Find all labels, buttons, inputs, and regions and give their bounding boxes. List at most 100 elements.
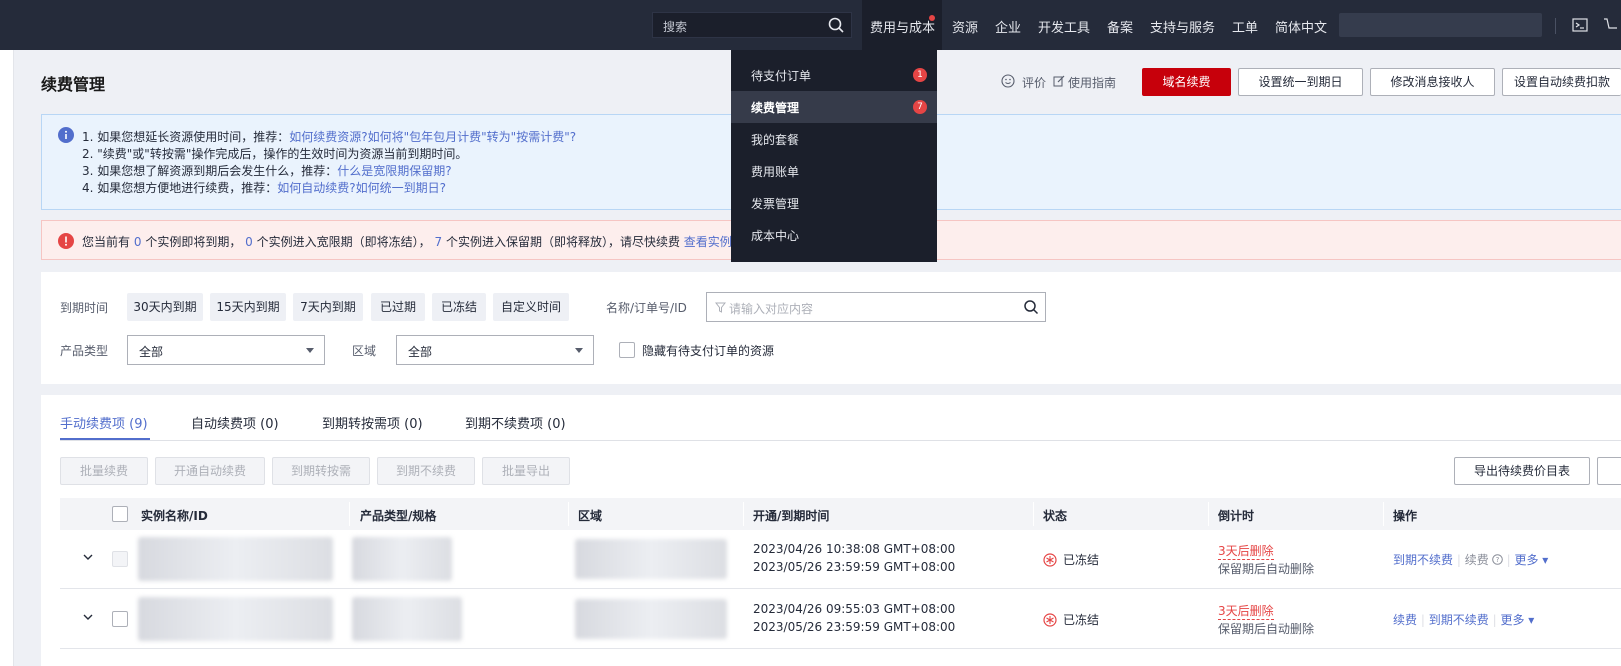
chip-custom-time[interactable]: 自定义时间: [493, 293, 569, 321]
chip-15-days[interactable]: 15天内到期: [210, 293, 286, 321]
warn-part: 个实例进入宽限期（即将冻结），: [256, 235, 431, 249]
notification-dot: [929, 15, 935, 21]
nav-resources[interactable]: 资源: [952, 17, 978, 36]
alert-icon: [58, 233, 74, 249]
chip-30-days[interactable]: 30天内到期: [127, 293, 203, 321]
account-name-blurred[interactable]: [1339, 13, 1542, 37]
product-type-select[interactable]: 全部: [127, 335, 325, 365]
more-toolbar-button[interactable]: [1597, 457, 1621, 485]
row-checkbox[interactable]: [112, 611, 128, 627]
unified-expiry-link[interactable]: 如何统一到期日?: [356, 181, 446, 195]
page-title: 续费管理: [41, 75, 106, 94]
warn-part: 个实例进入保留期（即将释放），请尽快续费: [445, 235, 680, 249]
domain-renew-button[interactable]: 域名续费: [1142, 68, 1231, 96]
no-renew-link[interactable]: 到期不续费: [1393, 553, 1453, 567]
sep: |: [1492, 613, 1497, 627]
view-instances-link[interactable]: 查看实例: [684, 235, 732, 249]
active-tab-indicator: [60, 438, 150, 440]
tab-auto-renew[interactable]: 自动续费项 (0): [191, 413, 279, 432]
frozen-status-icon: [1043, 553, 1057, 567]
guide-link[interactable]: 使用指南: [1068, 74, 1116, 91]
batch-export-button[interactable]: 批量导出: [482, 457, 570, 485]
menu-item-renewal[interactable]: 续费管理 7: [731, 91, 937, 123]
search-icon[interactable]: [1023, 299, 1039, 315]
cart-icon[interactable]: [1603, 17, 1619, 33]
region-select[interactable]: 全部: [396, 335, 594, 365]
batch-renew-button[interactable]: 批量续费: [60, 457, 148, 485]
renew-link[interactable]: 续费: [1393, 613, 1417, 627]
nav-tickets[interactable]: 工单: [1232, 17, 1258, 36]
name-id-label: 名称/订单号/ID: [606, 301, 687, 315]
chip-7-days[interactable]: 7天内到期: [293, 293, 363, 321]
name-search-input[interactable]: 请输入对应内容: [706, 292, 1046, 322]
caret-down-icon[interactable]: ▾: [1524, 613, 1534, 627]
menu-item-packages[interactable]: 我的套餐: [731, 123, 937, 155]
search-icon[interactable]: [827, 16, 845, 34]
caret-down-icon: [306, 348, 314, 353]
terminal-icon[interactable]: [1572, 17, 1588, 33]
set-unified-expiry-button[interactable]: 设置统一到期日: [1238, 68, 1363, 96]
sep: |: [1420, 613, 1425, 627]
countdown[interactable]: 3天后删除: [1218, 542, 1274, 560]
nav-support[interactable]: 支持与服务: [1150, 17, 1215, 36]
convert-billing-link[interactable]: 如何将"包年包月计费"转为"按需计费"?: [368, 130, 576, 144]
countdown[interactable]: 3天后删除: [1218, 602, 1274, 620]
count-badge: 1: [913, 68, 927, 82]
auto-renew-deduct-button[interactable]: 设置自动续费扣款: [1502, 68, 1621, 96]
expand-chevron-icon[interactable]: [83, 612, 93, 622]
search-placeholder: 搜索: [663, 20, 688, 34]
edit-icon: [1053, 75, 1065, 87]
region-blurred: [575, 539, 727, 579]
menu-item-bills[interactable]: 费用账单: [731, 155, 937, 187]
export-price-list-button[interactable]: 导出待续费价目表: [1454, 457, 1590, 485]
col-sep: [349, 502, 350, 526]
nav-billing[interactable]: 费用与成本: [870, 17, 935, 36]
chip-expired[interactable]: 已过期: [371, 293, 425, 321]
select-all-checkbox[interactable]: [112, 506, 128, 522]
tab-to-on-demand[interactable]: 到期转按需项 (0): [322, 413, 423, 432]
smile-icon: [1001, 74, 1015, 88]
menu-item-cost-center[interactable]: 成本中心: [731, 219, 937, 251]
tab-manual-renew[interactable]: 手动续费项 (9): [60, 413, 148, 432]
row-actions: 续费 | 到期不续费 | 更多 ▾: [1393, 611, 1534, 628]
selected-value: 全部: [408, 345, 433, 359]
auto-renew-link[interactable]: 如何自动续费?: [277, 181, 355, 195]
status-cell: 已冻结: [1043, 611, 1099, 628]
row-checkbox-disabled: [112, 551, 128, 567]
no-renew-link[interactable]: 到期不续费: [1429, 613, 1489, 627]
more-menu[interactable]: 更多: [1500, 613, 1524, 627]
menu-item-invoices[interactable]: 发票管理: [731, 187, 937, 219]
grace-count[interactable]: 0: [245, 235, 253, 249]
how-to-renew-link[interactable]: 如何续费资源?: [289, 130, 367, 144]
menu-label: 待支付订单: [751, 69, 812, 83]
product-spec-blurred: [352, 597, 462, 641]
nav-enterprise[interactable]: 企业: [995, 17, 1021, 36]
hide-pending-checkbox[interactable]: [619, 342, 635, 358]
no-renew-button[interactable]: 到期不续费: [377, 457, 475, 485]
global-search[interactable]: 搜索: [652, 12, 852, 38]
warn-part: 个实例即将到期，: [145, 235, 242, 249]
table-header: 实例名称/ID 产品类型/规格 区域 开通/到期时间 状态 倒计时 操作: [60, 498, 1621, 530]
countdown-sub: 保留期后自动删除: [1218, 622, 1315, 636]
grace-period-link[interactable]: 什么是宽限期保留期?: [337, 164, 451, 178]
modify-receiver-button[interactable]: 修改消息接收人: [1370, 68, 1495, 96]
expiring-count[interactable]: 0: [134, 235, 142, 249]
caret-down-icon[interactable]: ▾: [1538, 553, 1548, 567]
filter-panel: 到期时间 30天内到期 15天内到期 7天内到期 已过期 已冻结 自定义时间 名…: [41, 272, 1621, 384]
to-on-demand-button[interactable]: 到期转按需: [272, 457, 370, 485]
nav-language[interactable]: 简体中文: [1275, 17, 1327, 36]
tip-text: 3. 如果您想了解资源到期后会发生什么，推荐：: [82, 164, 338, 178]
tab-no-renew[interactable]: 到期不续费项 (0): [465, 413, 566, 432]
menu-item-pending-orders[interactable]: 待支付订单 1: [731, 59, 937, 91]
nav-devtools[interactable]: 开发工具: [1038, 17, 1090, 36]
nav-filing[interactable]: 备案: [1107, 17, 1133, 36]
expand-chevron-icon[interactable]: [83, 552, 93, 562]
rate-link[interactable]: 评价: [1022, 74, 1046, 91]
help-icon[interactable]: ?: [1491, 554, 1503, 565]
open-time: 2023/04/26 09:55:03 GMT+08:00: [753, 602, 956, 616]
filter-icon: [715, 302, 726, 313]
retention-count[interactable]: 7: [434, 235, 442, 249]
more-menu[interactable]: 更多: [1514, 553, 1538, 567]
chip-frozen[interactable]: 已冻结: [432, 293, 486, 321]
enable-auto-renew-button[interactable]: 开通自动续费: [155, 457, 265, 485]
